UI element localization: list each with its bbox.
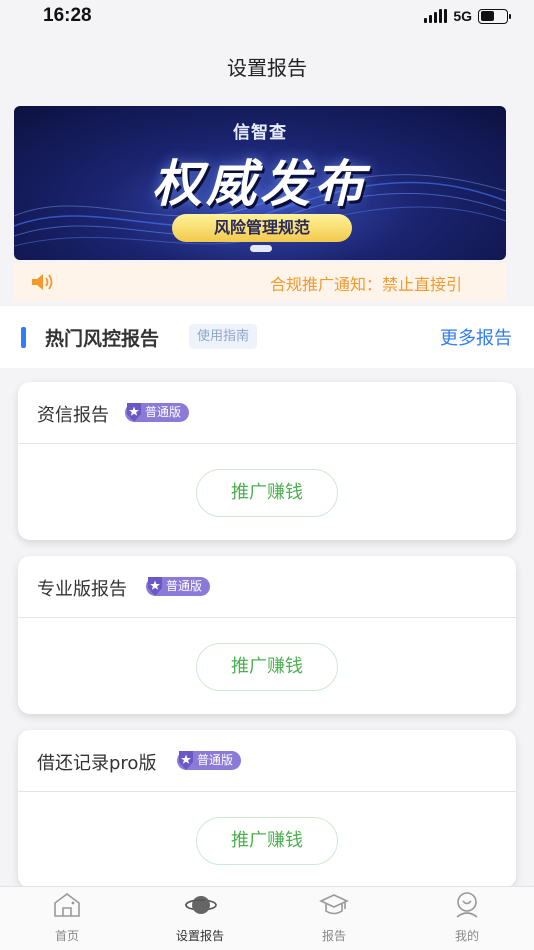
page-title: 设置报告 [227,56,307,80]
tier-label: 普通版 [145,405,182,419]
signal-icon [424,9,448,23]
card-title: 借还记录pro版 [37,753,157,774]
carousel-indicator [250,245,272,252]
banner-brand: 信智查 [233,123,287,143]
section-title: 热门风控报告 [45,328,160,350]
card-title: 资信报告 [37,405,109,426]
tab-report[interactable]: 报告 [289,887,379,950]
tab-label: 设置报告 [175,929,224,943]
report-card: 借还记录pro版 普通版 推广赚钱 [18,730,516,888]
status-time: 16:28 [43,5,92,26]
profile-icon [456,892,478,918]
star-shield-icon [127,403,141,422]
tab-mine[interactable]: 我的 [422,887,512,950]
home-icon [54,893,80,917]
card-header: 借还记录pro版 普通版 [18,730,516,792]
promo-banner[interactable]: 信智查 权威发布 风险管理规范 [14,106,506,260]
graduation-cap-icon [319,894,349,915]
tab-label: 报告 [321,929,346,943]
tab-label: 首页 [54,929,79,943]
section-accent-bar [21,327,26,348]
notice-text: 合规推广通知：禁止直接引 [270,275,463,294]
card-header: 资信报告 普通版 [18,382,516,444]
star-shield-icon [148,577,162,596]
tab-home[interactable]: 首页 [22,887,112,950]
tier-label: 普通版 [166,579,203,593]
report-card: 资信报告 普通版 推广赚钱 [18,382,516,540]
promote-earn-button[interactable]: 推广赚钱 [196,817,338,865]
guide-button[interactable]: 使用指南 [189,324,258,349]
banner-pill: 风险管理规范 [172,214,352,242]
section-header: 热门风控报告 使用指南 更多报告 [0,306,534,368]
promote-earn-button[interactable]: 推广赚钱 [196,469,338,517]
card-header: 专业版报告 普通版 [18,556,516,618]
banner-headline: 权威发布 [152,155,368,213]
tier-badge: 普通版 [177,751,242,770]
tab-settings-report[interactable]: 设置报告 [155,887,245,950]
planet-icon [185,896,217,914]
battery-icon [478,8,511,24]
report-card: 专业版报告 普通版 推广赚钱 [18,556,516,714]
tier-badge: 普通版 [146,577,211,596]
more-reports-link[interactable]: 更多报告 [440,324,512,350]
status-bar: 16:28 5G [0,0,534,34]
notice-bar[interactable]: 合规推广通知：禁止直接引 [14,263,506,301]
card-title: 专业版报告 [37,579,127,600]
star-shield-icon [179,751,193,770]
promote-earn-button[interactable]: 推广赚钱 [196,643,338,691]
tier-label: 普通版 [197,753,234,767]
bottom-tab-bar: 首页 设置报告 报告 我的 [0,886,534,950]
tab-label: 我的 [454,929,479,943]
status-indicators: 5G [424,8,511,24]
speaker-icon [32,274,53,290]
tier-badge: 普通版 [125,403,190,422]
network-type: 5G [453,8,472,24]
